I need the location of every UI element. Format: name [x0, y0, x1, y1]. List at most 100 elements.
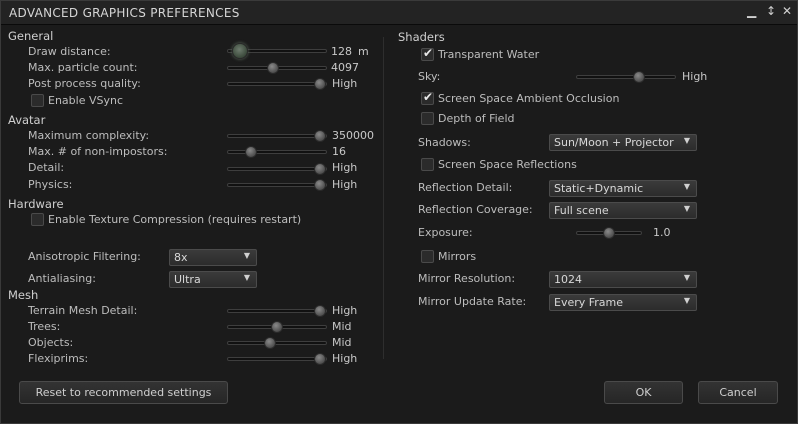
- shadows-dropdown[interactable]: Sun/Moon + Projector ▼: [549, 134, 697, 151]
- antialiasing-label: Antialiasing:: [28, 272, 96, 285]
- avatar-detail-slider[interactable]: [227, 163, 327, 175]
- post-process-label: Post process quality:: [28, 77, 141, 90]
- mirrors-checkbox[interactable]: [421, 250, 434, 263]
- title-bar[interactable]: ADVANCED GRAPHICS PREFERENCES ▁ ↕ ✕: [1, 1, 797, 25]
- draw-distance-unit: m: [358, 45, 369, 58]
- ok-button[interactable]: OK: [604, 381, 683, 404]
- shadows-label: Shadows:: [418, 136, 471, 149]
- check-icon: ✔: [423, 90, 434, 104]
- transparent-water-checkbox[interactable]: ✔: [421, 46, 434, 61]
- section-mesh: Mesh: [8, 288, 39, 302]
- minimize-icon[interactable]: ▁: [747, 4, 756, 18]
- terrain-mesh-slider[interactable]: [227, 305, 327, 317]
- chevron-down-icon: ▼: [683, 204, 690, 213]
- reflection-detail-dropdown[interactable]: Static+Dynamic ▼: [549, 180, 697, 197]
- objects-slider[interactable]: [227, 337, 327, 349]
- objects-value: Mid: [332, 336, 352, 349]
- window-title: ADVANCED GRAPHICS PREFERENCES: [9, 6, 240, 20]
- sky-slider[interactable]: [576, 71, 676, 83]
- non-impostors-label: Max. # of non-impostors:: [28, 145, 168, 158]
- antialiasing-dropdown[interactable]: Ultra ▼: [169, 271, 257, 288]
- non-impostors-value[interactable]: 16: [332, 145, 346, 158]
- check-icon: ✔: [423, 46, 434, 60]
- chevron-down-icon: ▼: [683, 182, 690, 191]
- draw-distance-value[interactable]: 128: [331, 45, 352, 58]
- shadows-value: Sun/Moon + Projector: [554, 136, 674, 149]
- avatar-detail-label: Detail:: [28, 161, 65, 174]
- exposure-slider[interactable]: [576, 227, 642, 239]
- mirrors-label: Mirrors: [438, 250, 477, 263]
- draw-distance-knob[interactable]: [232, 43, 249, 59]
- physics-value: High: [332, 178, 358, 191]
- exposure-label: Exposure:: [418, 226, 473, 239]
- texture-compression-checkbox[interactable]: [31, 213, 44, 226]
- physics-label: Physics:: [28, 178, 73, 191]
- antialiasing-value: Ultra: [174, 273, 201, 286]
- depth-of-field-checkbox[interactable]: [421, 112, 434, 125]
- non-impostors-slider[interactable]: [227, 146, 327, 158]
- max-particle-label: Max. particle count:: [28, 61, 138, 74]
- post-process-slider[interactable]: [227, 78, 327, 90]
- anisotropic-label: Anisotropic Filtering:: [28, 250, 141, 263]
- physics-knob[interactable]: [314, 179, 326, 191]
- ssao-label: Screen Space Ambient Occlusion: [438, 92, 620, 105]
- reflection-detail-label: Reflection Detail:: [418, 181, 513, 194]
- terrain-mesh-value: High: [332, 304, 358, 317]
- physics-slider[interactable]: [227, 179, 327, 191]
- ssr-checkbox[interactable]: [421, 158, 434, 171]
- max-particle-value[interactable]: 4097: [331, 61, 359, 74]
- trees-slider[interactable]: [227, 321, 327, 333]
- sky-knob[interactable]: [632, 71, 645, 83]
- pin-icon[interactable]: ↕: [766, 4, 776, 18]
- chevron-down-icon: ▼: [683, 296, 690, 305]
- reset-button[interactable]: Reset to recommended settings: [19, 381, 228, 404]
- mirror-resolution-label: Mirror Resolution:: [418, 272, 516, 285]
- terrain-mesh-knob[interactable]: [314, 305, 326, 317]
- reflection-coverage-dropdown[interactable]: Full scene ▼: [549, 202, 697, 219]
- avatar-detail-knob[interactable]: [314, 163, 326, 175]
- post-process-value: High: [332, 77, 358, 90]
- close-icon[interactable]: ✕: [782, 4, 792, 18]
- objects-label: Objects:: [28, 336, 74, 349]
- post-process-knob[interactable]: [314, 78, 326, 90]
- max-complexity-value[interactable]: 350000: [332, 129, 374, 142]
- flexiprims-knob[interactable]: [314, 353, 326, 365]
- flexiprims-slider[interactable]: [227, 353, 327, 365]
- objects-knob[interactable]: [264, 337, 277, 349]
- reflection-coverage-value: Full scene: [554, 204, 609, 217]
- ssr-label: Screen Space Reflections: [438, 158, 577, 171]
- sky-value: High: [682, 70, 708, 83]
- max-particle-slider[interactable]: [227, 62, 327, 74]
- flexiprims-value: High: [332, 352, 358, 365]
- reflection-coverage-label: Reflection Coverage:: [418, 203, 533, 216]
- cancel-button[interactable]: Cancel: [698, 381, 778, 404]
- max-complexity-knob[interactable]: [314, 130, 326, 142]
- section-shaders: Shaders: [398, 30, 445, 44]
- anisotropic-dropdown[interactable]: 8x ▼: [169, 249, 257, 266]
- exposure-value[interactable]: 1.0: [653, 226, 671, 239]
- flexiprims-label: Flexiprims:: [28, 352, 89, 365]
- mirror-update-dropdown[interactable]: Every Frame ▼: [549, 294, 697, 311]
- exposure-knob[interactable]: [603, 227, 615, 239]
- terrain-mesh-label: Terrain Mesh Detail:: [28, 304, 138, 317]
- avatar-detail-value: High: [332, 161, 358, 174]
- chevron-down-icon: ▼: [243, 273, 250, 282]
- trees-label: Trees:: [28, 320, 61, 333]
- chevron-down-icon: ▼: [683, 273, 690, 282]
- chevron-down-icon: ▼: [683, 136, 690, 145]
- non-impostors-knob[interactable]: [245, 146, 258, 158]
- draw-distance-slider[interactable]: [227, 43, 327, 59]
- draw-distance-label: Draw distance:: [28, 45, 111, 58]
- ssao-checkbox[interactable]: ✔: [421, 90, 434, 105]
- vsync-checkbox[interactable]: [31, 94, 44, 107]
- trees-value: Mid: [332, 320, 352, 333]
- chevron-down-icon: ▼: [243, 251, 250, 260]
- transparent-water-label: Transparent Water: [438, 48, 540, 61]
- mirror-resolution-dropdown[interactable]: 1024 ▼: [549, 271, 697, 288]
- max-particle-knob[interactable]: [266, 62, 279, 74]
- max-complexity-label: Maximum complexity:: [28, 129, 150, 142]
- vsync-label: Enable VSync: [48, 94, 124, 107]
- max-complexity-slider[interactable]: [227, 130, 327, 142]
- mirror-update-label: Mirror Update Rate:: [418, 295, 527, 308]
- trees-knob[interactable]: [271, 321, 283, 333]
